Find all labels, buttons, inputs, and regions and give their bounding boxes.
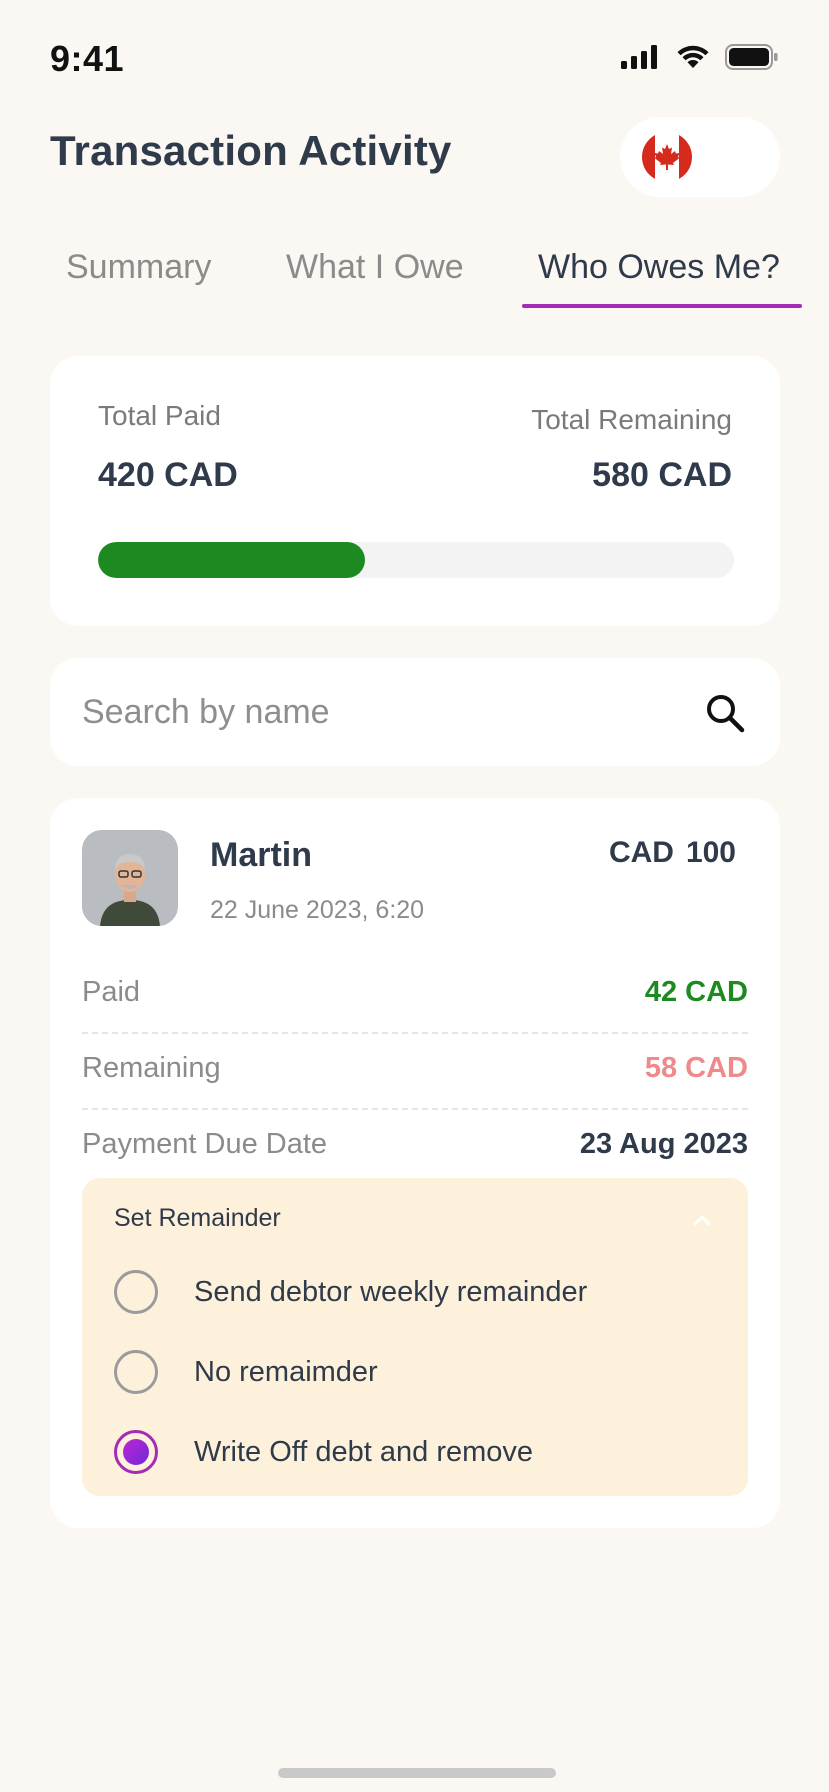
remaining-label: Remaining [82, 1052, 221, 1084]
remaining-row: Remaining 58 CAD [82, 1034, 748, 1110]
wifi-icon [677, 45, 709, 68]
search-icon[interactable] [704, 692, 746, 734]
radio-button-selected[interactable] [114, 1430, 158, 1474]
reminder-option-label: Send debtor weekly remainder [194, 1275, 588, 1308]
reminder-option-write-off[interactable]: Write Off debt and remove [114, 1426, 724, 1478]
debtor-amount: CAD 100 [609, 836, 736, 870]
header: Transaction Activity [50, 117, 780, 209]
due-date-label: Payment Due Date [82, 1128, 328, 1160]
total-remaining-label: Total Remaining [531, 404, 732, 435]
status-time: 9:41 [50, 38, 125, 79]
radio-button[interactable] [114, 1270, 158, 1314]
paid-label: Paid [82, 976, 141, 1008]
battery-icon [725, 44, 778, 70]
reminder-title: Set Remainder [114, 1204, 281, 1232]
search-input[interactable] [82, 658, 672, 766]
tab-what-i-owe[interactable]: What I Owe [286, 248, 464, 287]
status-bar: 9:41 [0, 0, 829, 120]
chevron-up-icon[interactable] [690, 1208, 714, 1232]
summary-card: Total Paid 420 CAD Total Remaining 580 C… [50, 356, 780, 626]
debtor-card[interactable]: Martin 22 June 2023, 6:20 CAD 100 Paid 4… [50, 798, 780, 1528]
home-indicator [278, 1768, 556, 1778]
paid-row: Paid 42 CAD [82, 958, 748, 1034]
payment-progress-bar [98, 542, 734, 578]
cellular-signal-icon [621, 45, 657, 69]
total-paid-label: Total Paid [98, 400, 221, 431]
debtor-date: 22 June 2023, 6:20 [210, 896, 425, 924]
tab-bar: Summary What I Owe Who Owes Me? [50, 240, 802, 310]
avatar [82, 830, 178, 926]
active-tab-indicator [522, 304, 802, 308]
remaining-value: 58 CAD [644, 1052, 748, 1084]
tab-who-owes-me[interactable]: Who Owes Me? [538, 248, 780, 287]
payment-progress-fill [98, 542, 366, 578]
due-date-row: Payment Due Date 23 Aug 2023 [82, 1110, 748, 1186]
page-title: Transaction Activity [50, 127, 452, 174]
debtor-name: Martin [210, 836, 312, 874]
reminder-option-none[interactable]: No remaimder [114, 1346, 724, 1398]
radio-button[interactable] [114, 1350, 158, 1394]
tab-summary[interactable]: Summary [66, 248, 211, 287]
search-card [50, 658, 780, 766]
country-selector[interactable] [620, 117, 780, 197]
total-remaining-value: 580 CAD [592, 456, 732, 494]
debtor-currency: CAD [608, 836, 674, 869]
debtor-amount-value: 100 [685, 836, 736, 869]
canada-flag-icon [642, 132, 692, 182]
reminder-option-label: Write Off debt and remove [194, 1435, 534, 1468]
paid-value: 42 CAD [644, 976, 748, 1008]
total-paid-value: 420 CAD [98, 456, 238, 494]
status-icons [621, 44, 779, 70]
reminder-option-weekly[interactable]: Send debtor weekly remainder [114, 1266, 724, 1318]
due-date-value: 23 Aug 2023 [579, 1128, 748, 1160]
set-reminder-panel: Set Remainder Send debtor weekly remaind… [82, 1178, 748, 1496]
reminder-option-label: No remaimder [194, 1355, 378, 1388]
